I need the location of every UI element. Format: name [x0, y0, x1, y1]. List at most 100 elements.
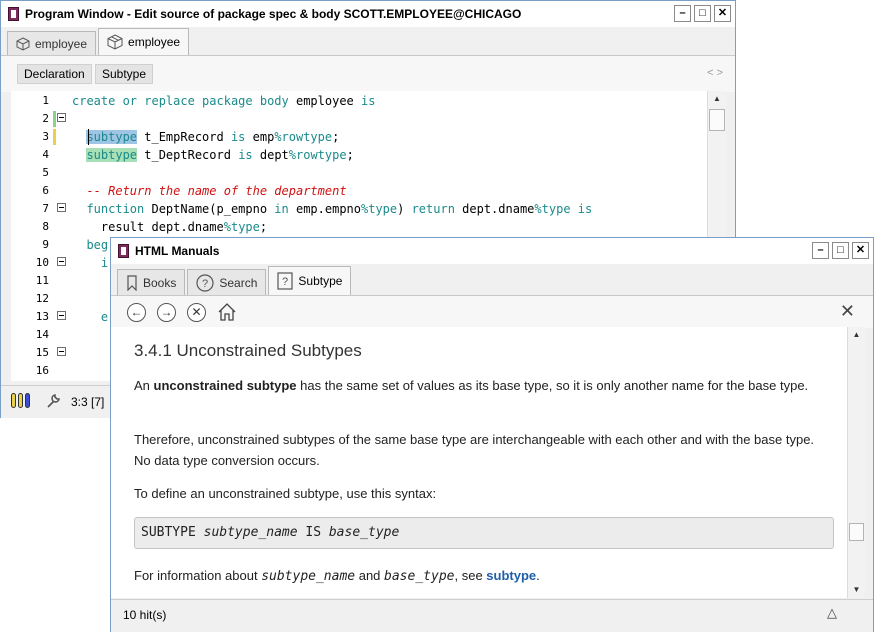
identifier: DeptName(p_empno [144, 202, 275, 216]
keyword: is [230, 130, 246, 144]
line-number: 9 [42, 238, 49, 251]
tab-employee-body[interactable]: employee [98, 28, 190, 55]
close-page-icon[interactable]: ✕ [840, 301, 855, 322]
help-heading: 3.4.1 Unconstrained Subtypes [134, 341, 362, 360]
punct: ) [397, 202, 412, 216]
line-number: 6 [42, 184, 49, 197]
keyword: %type [361, 202, 398, 216]
line-number: 1 [42, 94, 49, 107]
scroll-down-arrow-icon[interactable]: ▼ [848, 582, 865, 598]
scrollbar-thumb[interactable] [709, 109, 725, 131]
punct: ; [259, 220, 268, 234]
keyword: e [100, 310, 109, 324]
keyword: %rowtype [288, 148, 347, 162]
identifier: dept.dname [144, 220, 224, 234]
minimize-button[interactable]: – [812, 242, 829, 259]
fold-toggle-icon[interactable] [57, 113, 66, 122]
identifier: t_EmpRecord [137, 130, 231, 144]
fold-toggle-icon[interactable] [57, 347, 66, 356]
fold-toggle-icon[interactable] [57, 257, 66, 266]
help-window-title: HTML Manuals [135, 244, 220, 258]
comment: -- Return the name of the department [86, 184, 347, 198]
tab-label: employee [128, 35, 181, 49]
punct: ; [332, 130, 340, 144]
help-paragraph: Therefore, unconstrained subtypes of the… [134, 432, 815, 468]
line-number: 11 [35, 274, 49, 287]
line-number: 4 [42, 148, 49, 161]
keyword: create or replace package body [72, 94, 289, 108]
minimize-button[interactable]: – [674, 5, 691, 22]
program-window-title: Program Window - Edit source of package … [25, 7, 522, 21]
scrollbar-thumb[interactable] [849, 523, 864, 541]
bookmark-icon [127, 274, 137, 291]
help-toolbar: ← → ✕ ✕ [111, 295, 873, 328]
scroll-up-arrow-icon[interactable]: ▲ [708, 91, 726, 107]
help-window-titlebar[interactable]: HTML Manuals – □ ✕ [111, 238, 873, 264]
keyword: %rowtype [274, 130, 333, 144]
line-number-gutter: 1 2 3 4 5 6 7 8 9 10 11 12 13 14 15 16 [11, 91, 51, 381]
collapse-up-icon[interactable]: △ [827, 605, 837, 621]
program-window-titlebar[interactable]: Program Window - Edit source of package … [1, 1, 735, 27]
status-color-indicators-icon[interactable] [11, 393, 30, 408]
keyword: is [577, 202, 593, 216]
scroll-up-arrow-icon[interactable]: ▲ [848, 327, 865, 343]
identifier: emp [245, 130, 275, 144]
punct: ; [346, 148, 354, 162]
subtype-link[interactable]: subtype [486, 568, 536, 583]
fold-toggle-icon[interactable] [57, 203, 66, 212]
identifier: dept [252, 148, 289, 162]
maximize-button[interactable]: □ [694, 5, 711, 22]
help-page-icon: ? [277, 272, 293, 290]
package-body-icon [107, 34, 123, 50]
wrench-icon[interactable] [45, 393, 61, 409]
help-paragraph: An unconstrained subtype has the same se… [134, 378, 809, 393]
close-button[interactable]: ✕ [714, 5, 731, 22]
tab-subtype[interactable]: ? Subtype [268, 266, 352, 295]
subtype-button[interactable]: Subtype [95, 64, 154, 84]
line-number: 3 [42, 130, 49, 143]
maximize-button[interactable]: □ [832, 242, 849, 259]
help-question-icon: ? [196, 273, 214, 292]
line-number: 7 [42, 202, 49, 215]
close-button[interactable]: ✕ [852, 242, 869, 259]
line-number: 8 [42, 220, 49, 233]
line-number: 12 [35, 292, 49, 305]
identifier: result [100, 220, 145, 234]
home-icon[interactable] [217, 302, 237, 322]
keyword: function [86, 202, 145, 216]
package-spec-icon [16, 36, 30, 51]
code-line: create or replace package body employee … [72, 94, 375, 108]
syntax-box: SUBTYPE subtype_name IS base_type [134, 517, 834, 549]
tab-label: employee [35, 36, 88, 51]
back-arrow-icon[interactable]: ← [127, 302, 146, 322]
help-paragraph: To define an unconstrained subtype, use … [134, 486, 437, 501]
change-marker [53, 111, 56, 127]
tab-search[interactable]: ? Search [187, 269, 267, 295]
keyword: is [238, 148, 253, 162]
line-number: 5 [42, 166, 49, 179]
tab-employee-spec[interactable]: employee [7, 31, 97, 55]
editor-vertical-scrollbar[interactable]: ▲ [707, 91, 726, 241]
subtab-nav-arrows[interactable]: < > [707, 67, 723, 79]
keyword: beg [86, 238, 109, 252]
svg-text:?: ? [282, 276, 288, 288]
keyword: %type [534, 202, 571, 216]
fold-toggle-icon[interactable] [57, 311, 66, 320]
tab-books[interactable]: Books [117, 269, 186, 295]
forward-arrow-icon[interactable]: → [157, 302, 176, 322]
declaration-button[interactable]: Declaration [17, 64, 92, 84]
keyword: in [274, 202, 289, 216]
tab-label: Books [143, 275, 177, 290]
line-number: 16 [35, 364, 49, 377]
code-line: subtype t_EmpRecord is emp%rowtype; [72, 130, 339, 144]
keyword: %type [223, 220, 260, 234]
help-paragraph: For information about subtype_name and b… [134, 568, 540, 584]
code-line: subtype t_DeptRecord is dept%rowtype; [72, 148, 354, 162]
identifier: employee [288, 94, 361, 108]
help-vertical-scrollbar[interactable]: ▲ ▼ [847, 327, 865, 598]
identifier: t_DeptRecord [137, 148, 239, 162]
identifier: emp.empno [288, 202, 361, 216]
keyword: is [361, 94, 376, 108]
stop-icon[interactable]: ✕ [187, 302, 206, 322]
